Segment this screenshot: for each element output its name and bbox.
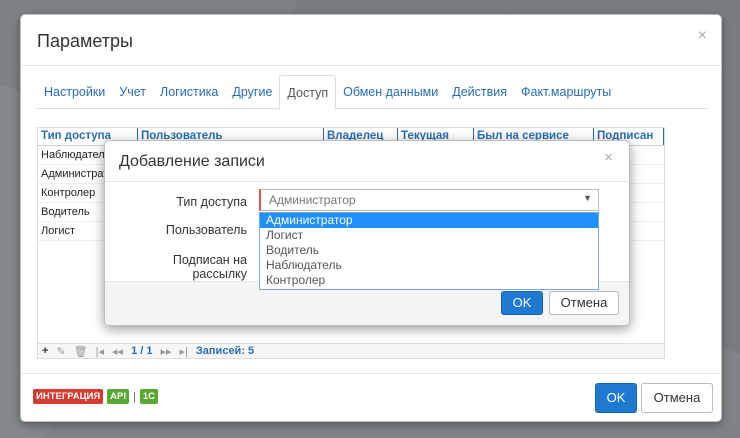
- access-type-select[interactable]: Администратор ▼: [259, 189, 599, 211]
- badge-separator: |: [133, 390, 136, 403]
- tab-data-exchange[interactable]: Обмен данными: [336, 75, 445, 109]
- dialog-title: Параметры: [37, 31, 133, 51]
- tab-bar: Настройки Учет Логистика Другие Доступ О…: [37, 75, 707, 110]
- tab-access[interactable]: Доступ: [279, 75, 337, 110]
- user-label: Пользователь: [165, 223, 247, 237]
- integration-badge[interactable]: ИНТЕГРАЦИЯ: [33, 389, 104, 404]
- records-count: Записей: 5: [195, 345, 255, 357]
- page-indicator: 1 / 1: [131, 345, 153, 357]
- tab-other[interactable]: Другие: [225, 75, 279, 109]
- trash-icon[interactable]: 🗑: [74, 345, 88, 358]
- select-value: Администратор: [269, 193, 356, 207]
- option-controller[interactable]: Контролер: [260, 273, 598, 288]
- subscribed-label: Подписан на рассылку: [172, 253, 247, 281]
- grid-pager: + ✎ 🗑 |◂ ◂◂ 1 / 1 ▸▸ ▸| Записей: 5: [37, 343, 665, 359]
- tab-accounting[interactable]: Учет: [112, 75, 153, 109]
- add-ok-button[interactable]: OK: [501, 291, 543, 315]
- footer-divider: [21, 373, 721, 374]
- access-type-dropdown: Администратор Логист Водитель Наблюдател…: [259, 212, 599, 290]
- option-logist[interactable]: Логист: [260, 228, 598, 243]
- tab-settings[interactable]: Настройки: [37, 75, 112, 109]
- prev-page-icon[interactable]: ◂◂: [112, 345, 123, 358]
- last-page-icon[interactable]: ▸|: [180, 345, 188, 358]
- option-administrator[interactable]: Администратор: [260, 213, 598, 228]
- access-type-label: Тип доступа: [176, 195, 247, 209]
- tab-actions[interactable]: Действия: [445, 75, 514, 109]
- onec-badge[interactable]: 1С: [139, 389, 159, 404]
- option-observer[interactable]: Наблюдатель: [260, 258, 598, 273]
- ok-button[interactable]: OK: [595, 383, 637, 413]
- add-header-divider: [105, 181, 629, 182]
- add-dialog-title: Добавление записи: [119, 153, 265, 170]
- integration-badges: ИНТЕГРАЦИЯ API | 1С: [33, 389, 159, 404]
- header-divider: [21, 65, 721, 66]
- api-badge[interactable]: API: [107, 389, 130, 404]
- first-page-icon[interactable]: |◂: [96, 345, 104, 358]
- cancel-button[interactable]: Отмена: [641, 383, 713, 413]
- tab-logistics[interactable]: Логистика: [153, 75, 225, 109]
- next-page-icon[interactable]: ▸▸: [160, 345, 171, 358]
- edit-icon[interactable]: ✎: [56, 345, 65, 358]
- tab-fact-routes[interactable]: Факт.маршруты: [514, 75, 618, 109]
- option-driver[interactable]: Водитель: [260, 243, 598, 258]
- close-icon[interactable]: ×: [604, 149, 613, 166]
- add-icon[interactable]: +: [42, 345, 48, 357]
- add-record-dialog: Добавление записи × Тип доступа Пользова…: [104, 140, 630, 326]
- add-cancel-button[interactable]: Отмена: [549, 291, 619, 315]
- chevron-down-icon: ▼: [583, 193, 592, 203]
- close-icon[interactable]: ×: [698, 27, 707, 45]
